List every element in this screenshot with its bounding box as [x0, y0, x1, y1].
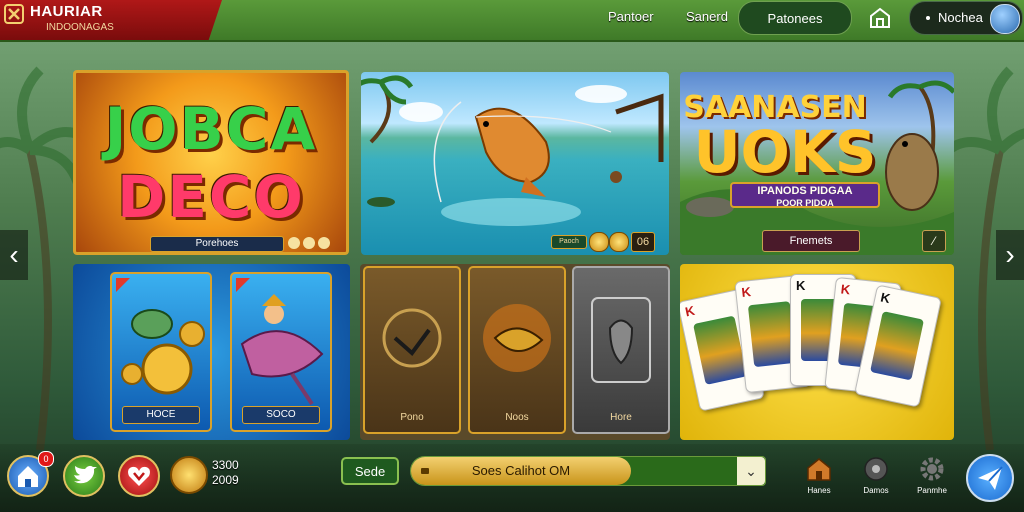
coin-value-2: 2009: [212, 473, 239, 487]
user-name: Nochea: [938, 10, 983, 25]
coin-icon: [609, 232, 629, 252]
coin-balance: 3300 2009: [212, 458, 239, 488]
nav-item-home[interactable]: Hanes: [802, 456, 836, 495]
card-label: HOCE: [122, 406, 200, 424]
adventure-ribbon: IPANODS PIDGAA POOR PIDOA: [730, 182, 880, 208]
fishing-counter: 06: [631, 232, 655, 252]
game-tile-playing-cards[interactable]: K K K K K: [680, 264, 954, 440]
adventure-title-line2: UOKS: [693, 118, 877, 186]
nav-label: Damos: [863, 486, 889, 495]
chevron-down-icon[interactable]: ⌄: [737, 457, 765, 485]
coin-balance-icon[interactable]: [170, 456, 208, 494]
avatar: [990, 4, 1020, 34]
game-tile-blue-cards[interactable]: HOCE SOCO: [73, 264, 350, 440]
gear-icon: [920, 457, 944, 481]
logo-icon: [4, 4, 24, 24]
nav-link-pantoer[interactable]: Pantoer: [608, 9, 654, 24]
featured-title-line2: DECO: [117, 163, 305, 231]
game-search-bar[interactable]: Soes Calihot OM ⌄: [410, 456, 766, 486]
house-icon: [807, 458, 831, 481]
game-tile-adventure[interactable]: SAANASEN UOKS IPANODS PIDGAA POOR PIDOA …: [680, 72, 954, 255]
game-card-fish-coins[interactable]: HOCE: [110, 272, 212, 432]
card-label: Noos: [505, 412, 529, 423]
card-label: Pono: [400, 412, 424, 423]
social-bird-button[interactable]: [63, 455, 105, 497]
logo-subtitle: INDOONAGAS: [46, 22, 114, 33]
card-emblem: [382, 308, 442, 368]
carousel-next-button[interactable]: ›: [996, 230, 1024, 280]
adventure-play-button[interactable]: Fnemets: [762, 230, 860, 252]
game-card-fish-rider[interactable]: SOCO: [230, 272, 332, 432]
nav-label: Hanes: [807, 486, 831, 495]
joystick-icon: [864, 457, 888, 481]
heart-icon: [128, 466, 150, 486]
logo[interactable]: HAURIAR INDOONAGAS: [0, 0, 222, 40]
side-button[interactable]: Sede: [341, 457, 399, 485]
nav-link-sanerd[interactable]: Sanerd: [686, 9, 728, 24]
coin-value-1: 3300: [212, 458, 239, 472]
paper-plane-icon: [978, 466, 1003, 490]
search-value: Soes Calihot OM: [471, 463, 571, 478]
game-tile-locked-cards[interactable]: Pono Noos Hore: [360, 264, 670, 440]
fishing-scene: [361, 75, 664, 226]
notification-badge: 0: [38, 451, 54, 467]
nav-item-games[interactable]: Damos: [859, 456, 893, 495]
logo-title: HAURIAR: [30, 3, 103, 20]
card-emblem: [591, 297, 651, 383]
featured-title-line1: JOBCA: [104, 95, 318, 163]
game-card-hore[interactable]: Hore: [572, 266, 670, 434]
user-account-button[interactable]: Nochea: [909, 1, 1023, 35]
featured-label-bar: Porehoes: [150, 236, 284, 252]
game-card-noos[interactable]: Noos: [468, 266, 566, 434]
favorites-button[interactable]: [118, 455, 160, 497]
coin-icon: [589, 232, 609, 252]
ribbon-line2: POOR PIDOA: [776, 198, 834, 208]
game-tile-featured[interactable]: JOBCA DECO Porehoes: [73, 70, 349, 255]
card-emblem: [483, 304, 551, 372]
nav-item-settings[interactable]: Panmhe: [915, 456, 949, 495]
ribbon-line1: IPANODS PIDGAA: [757, 185, 853, 197]
send-button[interactable]: [966, 454, 1014, 502]
top-bar: HAURIAR INDOONAGAS Pantoer Sanerd Patone…: [0, 0, 1024, 42]
game-card-pono[interactable]: Pono: [363, 266, 461, 434]
bird-icon: [74, 465, 97, 484]
card-label: Hore: [610, 412, 632, 423]
card-label: SOCO: [242, 406, 320, 424]
nav-label: Panmhe: [917, 486, 947, 495]
gift-icon[interactable]: [868, 6, 892, 30]
game-tile-fishing[interactable]: Paoch 06: [361, 72, 669, 255]
status-dot: [926, 16, 930, 20]
carousel-prev-button[interactable]: ‹: [0, 230, 28, 280]
search-field[interactable]: Soes Calihot OM: [411, 457, 631, 485]
fishing-badges: Paoch 06: [551, 232, 661, 252]
fishing-tag: Paoch: [551, 235, 587, 249]
active-nav-pill[interactable]: Patonees: [738, 1, 852, 35]
featured-coin-icons: [288, 236, 338, 250]
adventure-info-icon[interactable]: ⁄: [922, 230, 946, 252]
chest-icon: [421, 468, 429, 474]
